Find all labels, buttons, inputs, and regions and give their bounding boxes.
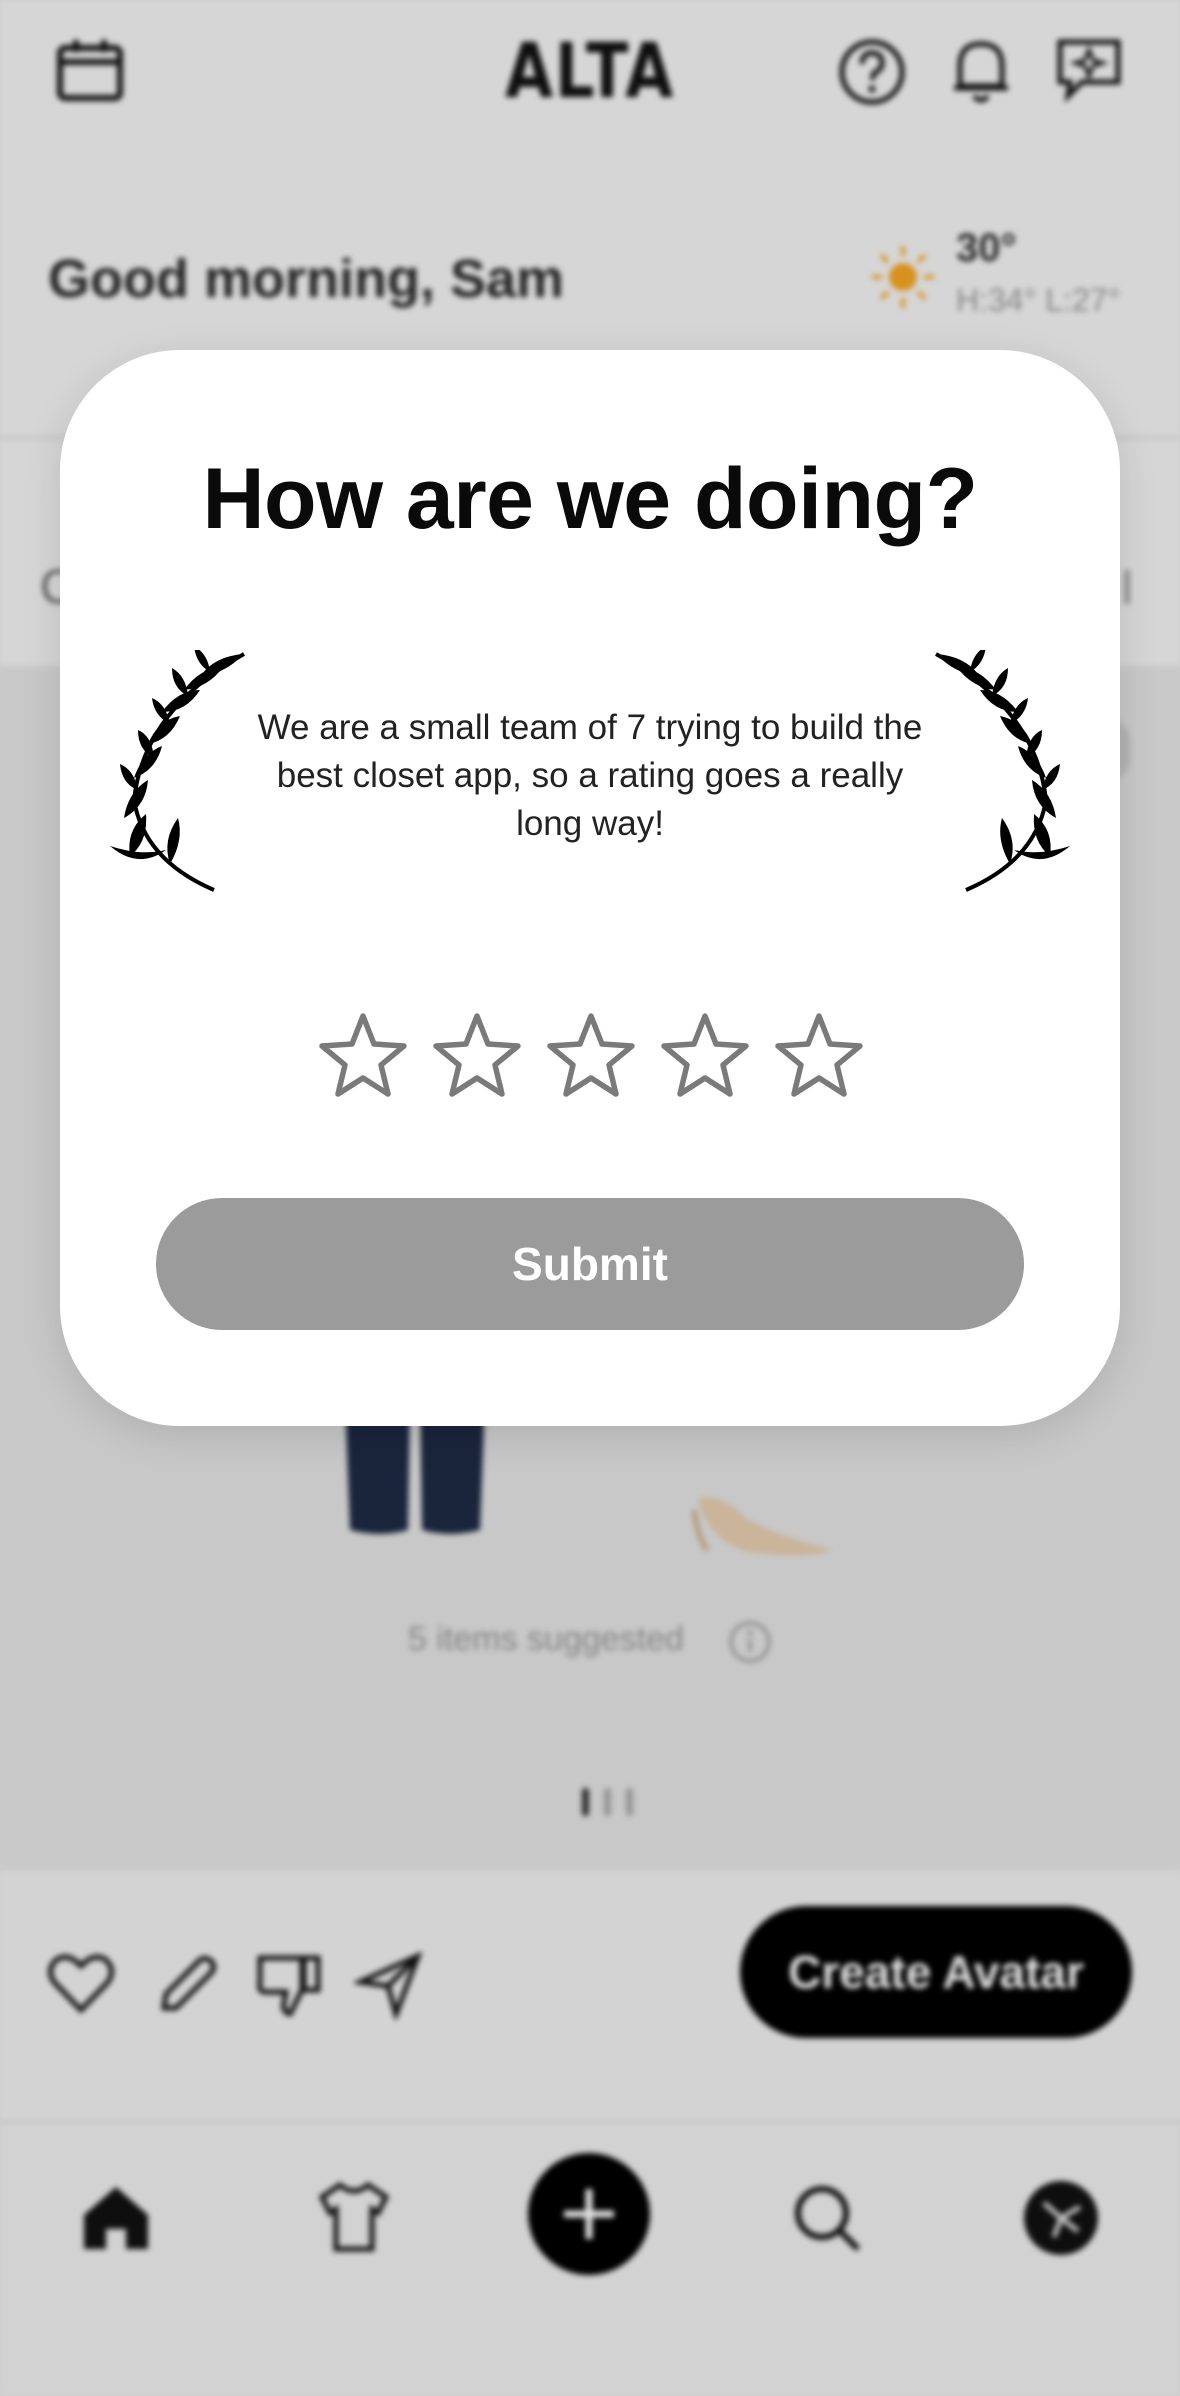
rating-modal: How are we doing? We are a small team of… — [60, 350, 1120, 1426]
star-icon[interactable] — [318, 1012, 408, 1098]
star-rating — [318, 1012, 878, 1102]
laurel-right-icon — [935, 650, 1070, 892]
submit-button[interactable]: Submit — [156, 1198, 1024, 1330]
star-icon[interactable] — [660, 1012, 750, 1098]
modal-message: We are a small team of 7 trying to build… — [257, 708, 923, 843]
star-icon[interactable] — [774, 1012, 864, 1098]
modal-title: How are we doing? — [202, 451, 978, 547]
star-icon[interactable] — [432, 1012, 522, 1098]
star-icon[interactable] — [546, 1012, 636, 1098]
laurel-left-icon — [110, 650, 245, 892]
